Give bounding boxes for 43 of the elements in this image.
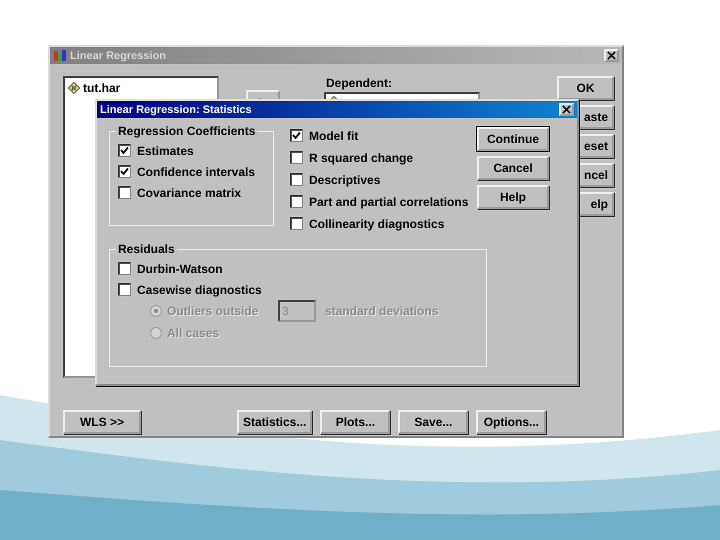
- checkbox[interactable]: [118, 144, 131, 157]
- checkbox[interactable]: [290, 151, 303, 164]
- dialog-button[interactable]: WLS >>: [63, 410, 141, 434]
- check-icon: [292, 131, 301, 140]
- checkbox-label: Confidence intervals: [137, 164, 256, 178]
- window-title: Linear Regression: [70, 50, 167, 62]
- dialog-button[interactable]: OK: [557, 76, 614, 100]
- variable-name[interactable]: tut.har: [83, 81, 120, 95]
- checkbox[interactable]: [118, 283, 131, 296]
- close-icon: [562, 105, 571, 114]
- checkbox-label: Covariance matrix: [137, 186, 242, 200]
- checkbox-label: Descriptives: [309, 172, 380, 186]
- checkbox-label: Casewise diagnostics: [137, 282, 262, 296]
- app-icon: [53, 48, 67, 62]
- group-title: Residuals: [117, 242, 176, 256]
- close-button[interactable]: [559, 103, 574, 116]
- variable-icon: [68, 82, 80, 94]
- dialog-button[interactable]: Plots...: [320, 410, 390, 434]
- checkbox[interactable]: [290, 173, 303, 186]
- checkbox[interactable]: [118, 262, 131, 275]
- checkbox[interactable]: [118, 165, 131, 178]
- checkbox[interactable]: [290, 129, 303, 142]
- dialog-button[interactable]: Options...: [476, 410, 546, 434]
- checkbox[interactable]: [290, 195, 303, 208]
- check-icon: [120, 167, 129, 176]
- checkbox[interactable]: [290, 217, 303, 230]
- checkbox-label: R squared change: [309, 150, 414, 164]
- checkbox-label: Collinearity diagnostics: [309, 216, 444, 230]
- dialog-button[interactable]: Help: [477, 185, 549, 209]
- window-title: Linear Regression: Statistics: [100, 104, 253, 116]
- checkbox-label: Model fit: [309, 128, 358, 142]
- dialog-button[interactable]: Cancel: [477, 156, 549, 180]
- dialog-button[interactable]: Save...: [398, 410, 468, 434]
- field-label: Dependent:: [325, 76, 393, 90]
- group-title: Regression Coefficients: [117, 124, 256, 138]
- checkbox-label: Durbin-Watson: [137, 262, 223, 276]
- dialog-button[interactable]: Continue: [477, 127, 549, 151]
- check-icon: [120, 146, 129, 155]
- dialog-button[interactable]: Statistics...: [237, 410, 312, 434]
- checkbox[interactable]: [118, 186, 131, 199]
- close-icon: [607, 51, 616, 60]
- checkbox-label: Estimates: [137, 144, 194, 158]
- checkbox-label: Part and partial correlations: [309, 194, 468, 208]
